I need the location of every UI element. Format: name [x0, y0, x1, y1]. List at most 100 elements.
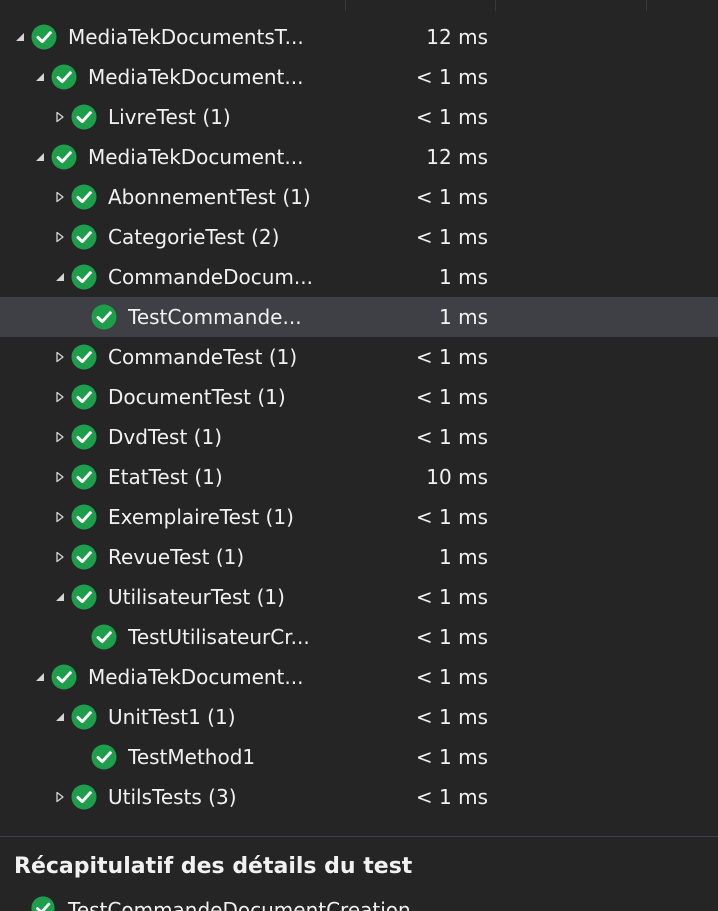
expanded-arrow-icon[interactable]: [30, 137, 50, 177]
tree-row[interactable]: UtilsTests (3) < 1 ms: [0, 777, 718, 817]
passed-icon: [70, 343, 98, 371]
test-name: TestUtilisateurCr...: [128, 625, 310, 649]
passed-icon: [70, 223, 98, 251]
row-indent: [0, 377, 50, 417]
test-duration: 12 ms: [426, 25, 488, 49]
tree-row[interactable]: EtatTest (1) 10 ms: [0, 457, 718, 497]
test-explorer: MediaTekDocumentsT... 12 ms MediaTekDocume…: [0, 0, 718, 911]
tree-row[interactable]: TestMethod1 < 1 ms: [0, 737, 718, 777]
collapsed-arrow-icon[interactable]: [50, 497, 70, 537]
tree-row[interactable]: TestCommande... 1 ms: [0, 297, 718, 337]
row-indent: [0, 257, 50, 297]
tree-row[interactable]: RevueTest (1) 1 ms: [0, 537, 718, 577]
collapsed-arrow-icon[interactable]: [50, 417, 70, 457]
passed-icon: [70, 263, 98, 291]
test-name: TestCommande...: [128, 305, 302, 329]
column-separator[interactable]: [345, 0, 346, 11]
tree-row[interactable]: MediaTekDocument... 12 ms: [0, 137, 718, 177]
collapsed-arrow-icon[interactable]: [50, 777, 70, 817]
tree-row[interactable]: AbonnementTest (1) < 1 ms: [0, 177, 718, 217]
collapsed-arrow-icon[interactable]: [50, 177, 70, 217]
collapsed-arrow-icon[interactable]: [50, 337, 70, 377]
passed-icon: [70, 383, 98, 411]
test-duration: < 1 ms: [415, 425, 488, 449]
expander-placeholder: [70, 737, 90, 777]
test-name: CommandeTest (1): [108, 345, 298, 369]
passed-icon: [70, 423, 98, 451]
test-name: UnitTest1 (1): [108, 705, 236, 729]
collapsed-arrow-icon[interactable]: [50, 537, 70, 577]
row-indent: [0, 777, 50, 817]
summary-first-item[interactable]: TestCommandeDocumentCreation: [30, 896, 411, 911]
test-duration: 1 ms: [439, 265, 488, 289]
test-duration: < 1 ms: [415, 505, 488, 529]
passed-icon: [90, 303, 118, 331]
expanded-arrow-icon[interactable]: [10, 17, 30, 57]
tree-row[interactable]: ExemplaireTest (1) < 1 ms: [0, 497, 718, 537]
expanded-arrow-icon[interactable]: [50, 697, 70, 737]
expanded-arrow-icon[interactable]: [30, 657, 50, 697]
passed-icon: [30, 895, 56, 911]
tree-row[interactable]: MediaTekDocument... < 1 ms: [0, 657, 718, 697]
row-indent: [0, 17, 10, 57]
panel-divider: [0, 836, 718, 837]
column-separator[interactable]: [646, 0, 647, 11]
tree-row[interactable]: UtilisateurTest (1) < 1 ms: [0, 577, 718, 617]
test-name: TestMethod1: [128, 745, 256, 769]
passed-icon: [90, 743, 118, 771]
row-indent: [0, 657, 30, 697]
collapsed-arrow-icon[interactable]: [50, 217, 70, 257]
tree-row[interactable]: CommandeTest (1) < 1 ms: [0, 337, 718, 377]
expanded-arrow-icon[interactable]: [50, 577, 70, 617]
test-name: EtatTest (1): [108, 465, 223, 489]
test-name: ExemplaireTest (1): [108, 505, 294, 529]
tree-row[interactable]: DocumentTest (1) < 1 ms: [0, 377, 718, 417]
collapsed-arrow-icon[interactable]: [50, 457, 70, 497]
expander-placeholder: [70, 617, 90, 657]
collapsed-arrow-icon[interactable]: [50, 97, 70, 137]
tree-row[interactable]: CommandeDocum... 1 ms: [0, 257, 718, 297]
test-name: DocumentTest (1): [108, 385, 286, 409]
test-name: CategorieTest (2): [108, 225, 280, 249]
test-tree: MediaTekDocumentsT... 12 ms MediaTekDocume…: [0, 17, 718, 817]
row-indent: [0, 497, 50, 537]
test-duration: < 1 ms: [415, 745, 488, 769]
test-duration: 10 ms: [426, 465, 488, 489]
test-duration: 12 ms: [426, 145, 488, 169]
row-indent: [0, 417, 50, 457]
expanded-arrow-icon[interactable]: [50, 257, 70, 297]
passed-icon: [70, 463, 98, 491]
test-duration: < 1 ms: [415, 705, 488, 729]
expander-placeholder: [70, 297, 90, 337]
test-duration: < 1 ms: [415, 625, 488, 649]
row-indent: [0, 577, 50, 617]
row-indent: [0, 217, 50, 257]
tree-row[interactable]: UnitTest1 (1) < 1 ms: [0, 697, 718, 737]
column-separator[interactable]: [495, 0, 496, 11]
summary-title: Récapitulatif des détails du test: [14, 854, 413, 879]
test-name: AbonnementTest (1): [108, 185, 311, 209]
passed-icon: [50, 663, 78, 691]
passed-icon: [70, 583, 98, 611]
tree-row[interactable]: MediaTekDocumentsT... 12 ms: [0, 17, 718, 57]
collapsed-arrow-icon[interactable]: [50, 377, 70, 417]
test-duration: < 1 ms: [415, 665, 488, 689]
test-duration: < 1 ms: [415, 65, 488, 89]
row-indent: [0, 177, 50, 217]
column-header: [0, 0, 718, 11]
expanded-arrow-icon[interactable]: [30, 57, 50, 97]
test-name: MediaTekDocumentsT...: [68, 25, 304, 49]
tree-row[interactable]: TestUtilisateurCr... < 1 ms: [0, 617, 718, 657]
test-name: UtilisateurTest (1): [108, 585, 285, 609]
test-duration: 1 ms: [439, 305, 488, 329]
test-duration: < 1 ms: [415, 785, 488, 809]
passed-icon: [70, 103, 98, 131]
tree-row[interactable]: LivreTest (1) < 1 ms: [0, 97, 718, 137]
row-indent: [0, 297, 70, 337]
tree-row[interactable]: CategorieTest (2) < 1 ms: [0, 217, 718, 257]
row-indent: [0, 97, 50, 137]
tree-row[interactable]: DvdTest (1) < 1 ms: [0, 417, 718, 457]
tree-row[interactable]: MediaTekDocument... < 1 ms: [0, 57, 718, 97]
test-duration: 1 ms: [439, 545, 488, 569]
test-name: CommandeDocum...: [108, 265, 313, 289]
